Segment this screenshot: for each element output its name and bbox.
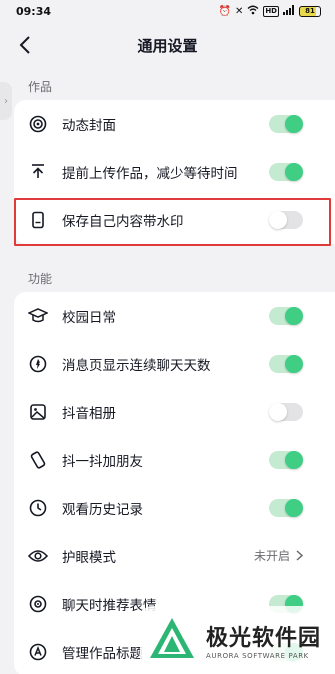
chevron-left-icon bbox=[19, 36, 30, 54]
save-watermark-toggle[interactable] bbox=[269, 211, 303, 229]
setting-label: 抖音相册 bbox=[62, 406, 116, 422]
setting-row-watch-history[interactable]: 观看历史记录 bbox=[14, 484, 335, 532]
aurora-logo-icon bbox=[150, 618, 194, 658]
status-time: 09:34 bbox=[16, 4, 52, 18]
battery-icon: 81 bbox=[299, 5, 321, 17]
shake-phone-icon bbox=[28, 450, 48, 470]
setting-label: 动态封面 bbox=[62, 118, 116, 134]
setting-label: 观看历史记录 bbox=[62, 502, 143, 518]
live-cover-toggle[interactable] bbox=[269, 115, 303, 133]
upload-icon bbox=[28, 162, 48, 182]
nav-bar: 通用设置 bbox=[0, 28, 335, 62]
watermark-logo: 极光软件园 AURORA SOFTWARE PARK bbox=[140, 606, 335, 674]
watermark-title: 极光软件园 bbox=[206, 626, 322, 651]
campus-toggle[interactable] bbox=[269, 307, 303, 325]
wifi-icon bbox=[247, 5, 259, 18]
signal-icon bbox=[283, 4, 295, 18]
album-icon bbox=[28, 402, 48, 422]
setting-label: 保存自己内容带水印 bbox=[62, 214, 184, 230]
emoji-icon bbox=[28, 594, 48, 614]
setting-row-save-watermark[interactable]: 保存自己内容带水印 bbox=[14, 196, 335, 244]
side-drawer-handle[interactable]: › bbox=[0, 82, 12, 120]
page-title: 通用设置 bbox=[137, 36, 198, 55]
setting-label: 抖一抖加朋友 bbox=[62, 454, 143, 470]
pre-upload-toggle[interactable] bbox=[269, 163, 303, 181]
setting-row-pre-upload[interactable]: 提前上传作品，减少等待时间 bbox=[14, 148, 335, 196]
title-icon bbox=[28, 642, 48, 662]
setting-label: 管理作品标题 bbox=[62, 646, 143, 662]
alarm-icon: ⏰ bbox=[218, 5, 231, 17]
status-icons: ⏰ ✕ HD 81 bbox=[218, 4, 321, 18]
setting-label: 护眼模式 bbox=[62, 550, 116, 566]
chat-streak-toggle[interactable] bbox=[269, 355, 303, 373]
phone-watermark-icon bbox=[28, 210, 48, 230]
graduation-cap-icon bbox=[28, 306, 48, 326]
watermark-subtitle: AURORA SOFTWARE PARK bbox=[206, 652, 309, 660]
live-cover-icon bbox=[28, 114, 48, 134]
section-label-works: 作品 bbox=[28, 80, 53, 94]
chevron-right-icon bbox=[296, 550, 303, 561]
works-settings-card: 动态封面 提前上传作品，减少等待时间 保存自己内容带水印 bbox=[14, 100, 335, 244]
setting-row-shake-friends[interactable]: 抖一抖加朋友 bbox=[14, 436, 335, 484]
setting-row-campus[interactable]: 校园日常 bbox=[14, 292, 335, 340]
setting-label: 校园日常 bbox=[62, 310, 116, 326]
status-bar: 09:34 ⏰ ✕ HD 81 bbox=[0, 0, 335, 22]
setting-label: 消息页显示连续聊天天数 bbox=[62, 358, 211, 374]
hd-badge: HD bbox=[263, 5, 279, 17]
eye-care-status: 未开启 bbox=[253, 549, 290, 563]
watch-history-toggle[interactable] bbox=[269, 499, 303, 517]
setting-row-album[interactable]: 抖音相册 bbox=[14, 388, 335, 436]
shake-friends-toggle[interactable] bbox=[269, 451, 303, 469]
clock-icon bbox=[28, 498, 48, 518]
album-toggle[interactable] bbox=[269, 403, 303, 421]
eye-icon bbox=[28, 546, 48, 566]
mute-icon: ✕ bbox=[234, 5, 244, 17]
setting-row-chat-streak[interactable]: 消息页显示连续聊天天数 bbox=[14, 340, 335, 388]
eye-care-value: 未开启 bbox=[254, 547, 303, 564]
setting-label: 提前上传作品，减少等待时间 bbox=[62, 166, 238, 182]
setting-row-live-cover[interactable]: 动态封面 bbox=[14, 100, 335, 148]
flame-icon bbox=[28, 354, 48, 374]
setting-row-eye-care[interactable]: 护眼模式 未开启 bbox=[14, 532, 335, 580]
section-label-features: 功能 bbox=[28, 272, 53, 286]
chevron-right-icon: › bbox=[4, 95, 8, 107]
back-button[interactable] bbox=[12, 32, 38, 58]
